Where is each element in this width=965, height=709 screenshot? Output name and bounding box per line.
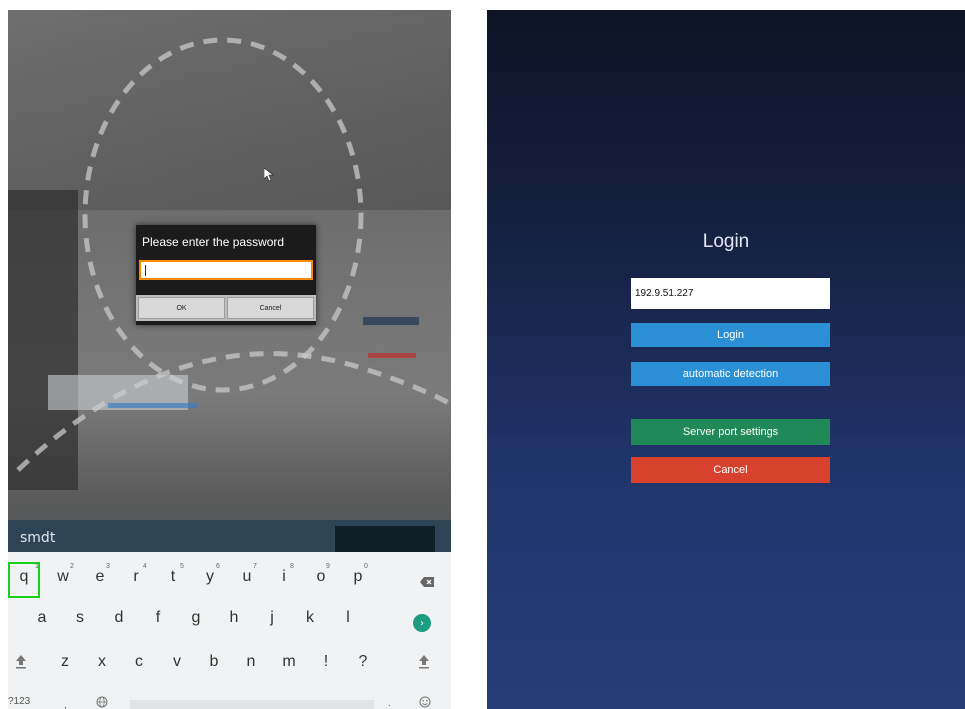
emoji-icon[interactable] [419,696,431,708]
tablet-password-screen: Please enter the password OK Cancel smdt… [8,10,451,709]
server-ip-input[interactable] [631,278,830,309]
key-hint-1: 1 [35,563,39,570]
key-n[interactable]: n [234,653,268,671]
password-dialog: Please enter the password OK Cancel [136,225,316,325]
key-u[interactable]: u [230,568,264,586]
shift-icon[interactable] [15,654,27,670]
key-o[interactable]: o [304,568,338,586]
password-input[interactable] [139,260,313,280]
key-question[interactable]: ? [346,653,380,671]
key-q[interactable]: q [8,568,41,586]
key-hint-5: 5 [180,563,184,570]
key-f[interactable]: f [141,609,175,627]
key-m[interactable]: m [272,653,306,671]
mouse-pointer-icon [264,168,274,182]
key-z[interactable]: z [48,653,82,671]
key-e[interactable]: e [83,568,117,586]
cancel-login-button[interactable]: Cancel [631,457,830,483]
key-c[interactable]: c [122,653,156,671]
key-t[interactable]: t [156,568,190,586]
wall-panel-stripe [108,403,198,408]
key-hint-6: 6 [216,563,220,570]
key-hint-8: 8 [290,563,294,570]
key-period[interactable]: . [388,698,391,709]
key-hint-9: 9 [326,563,330,570]
key-w[interactable]: w [46,568,80,586]
key-d[interactable]: d [102,609,136,627]
dashed-guide-lower-arc [16,351,451,472]
key-h[interactable]: h [217,609,251,627]
space-bar[interactable] [130,700,374,709]
key-hint-3: 3 [106,563,110,570]
key-y[interactable]: y [193,568,227,586]
login-screen: Login Login automatic detection Server p… [487,10,965,709]
globe-icon[interactable] [96,696,108,708]
key-s[interactable]: s [63,609,97,627]
suggestion-word[interactable]: smdt [20,530,55,546]
dialog-button-bar: OK Cancel [136,295,316,321]
text-caret [145,265,146,276]
shift-right-icon[interactable] [418,654,430,670]
dialog-title: Please enter the password [142,235,285,249]
login-title: Login [702,231,750,252]
wall-red-sign [368,353,416,358]
login-button[interactable]: Login [631,323,830,347]
key-j[interactable]: j [255,609,289,627]
key-l[interactable]: l [331,609,365,627]
backspace-icon[interactable] [419,576,435,588]
automatic-detection-button[interactable]: automatic detection [631,362,830,386]
ok-button[interactable]: OK [138,297,225,319]
key-p[interactable]: p [341,568,375,586]
symbols-key[interactable]: ?123 [8,696,30,707]
key-hint-0: 0 [364,563,368,570]
dashed-guide-upper-circle [82,37,364,393]
key-exclamation[interactable]: ! [309,653,343,671]
key-v[interactable]: v [160,653,194,671]
go-icon[interactable]: › [413,614,431,632]
key-hint-7: 7 [253,563,257,570]
key-comma[interactable]: , [64,700,67,709]
key-g[interactable]: g [179,609,213,627]
wall-sign [363,317,419,325]
server-port-settings-button[interactable]: Server port settings [631,419,830,445]
key-r[interactable]: r [119,568,153,586]
key-b[interactable]: b [197,653,231,671]
key-x[interactable]: x [85,653,119,671]
key-k[interactable]: k [293,609,327,627]
key-i[interactable]: i [267,568,301,586]
key-hint-4: 4 [143,563,147,570]
key-hint-2: 2 [70,563,74,570]
cancel-button[interactable]: Cancel [227,297,314,319]
key-a[interactable]: a [25,609,59,627]
